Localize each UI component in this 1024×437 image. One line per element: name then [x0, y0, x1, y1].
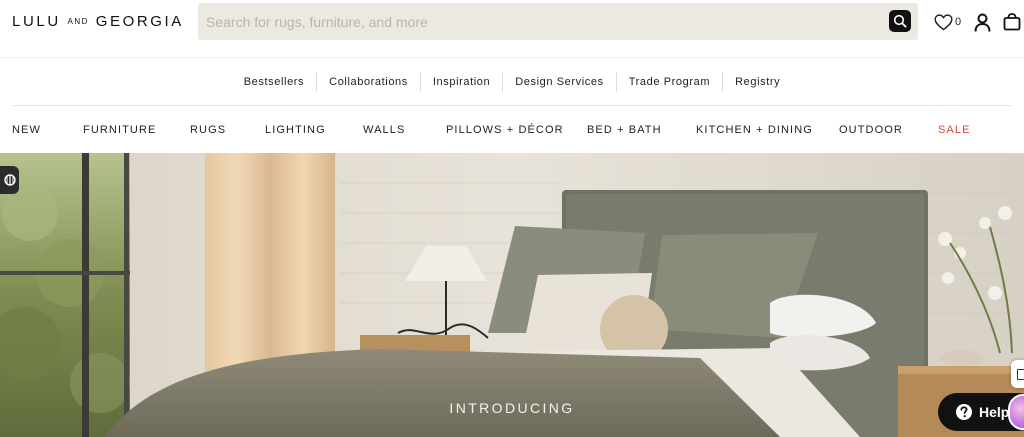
accessibility-tab[interactable]: [0, 166, 19, 194]
nav-bed-bath[interactable]: BED + BATH: [587, 123, 662, 137]
subnav-bestsellers[interactable]: Bestsellers: [232, 72, 318, 92]
help-label: Help: [979, 404, 1010, 420]
subnav-registry[interactable]: Registry: [723, 72, 792, 92]
secondary-nav: Bestsellers Collaborations Inspiration D…: [0, 72, 1024, 92]
shopping-bag-icon: [1003, 13, 1021, 31]
wishlist-count: 0: [955, 16, 962, 28]
nav-furniture[interactable]: FURNITURE: [83, 123, 156, 137]
nav-outdoor[interactable]: OUTDOOR: [839, 123, 903, 137]
search-bar: [198, 3, 918, 40]
subnav-inspiration[interactable]: Inspiration: [421, 72, 504, 92]
question-icon: [956, 404, 972, 420]
compare-widget-button[interactable]: [1011, 360, 1024, 388]
cart-button[interactable]: [1003, 13, 1021, 31]
subnav-design-services[interactable]: Design Services: [503, 72, 617, 92]
hero-heading: INTRODUCING: [449, 400, 575, 416]
nav-rugs[interactable]: RUGS: [190, 123, 226, 137]
heart-icon: [934, 13, 953, 30]
hero-banner[interactable]: INTRODUCING: [0, 153, 1024, 437]
header-icons: 0: [934, 11, 1021, 33]
hero-image: [0, 153, 1024, 437]
account-button[interactable]: [974, 13, 991, 32]
nav-lighting[interactable]: LIGHTING: [265, 123, 326, 137]
header-divider: [0, 57, 1024, 58]
nav-walls[interactable]: WALLS: [363, 123, 405, 137]
top-header: LULU AND GEORGIA 0: [0, 0, 1024, 44]
search-icon: [893, 14, 907, 28]
site-logo[interactable]: LULU AND GEORGIA: [12, 13, 184, 30]
nav-pillows-decor[interactable]: PILLOWS + DÉCOR: [446, 123, 564, 137]
accessibility-icon: [3, 174, 16, 186]
user-icon: [974, 13, 991, 32]
search-button[interactable]: [889, 10, 911, 32]
category-nav: NEW FURNITURE RUGS LIGHTING WALLS PILLOW…: [0, 123, 1024, 139]
search-input[interactable]: [206, 3, 876, 40]
nav-divider: [12, 105, 1012, 106]
logo-word-georgia: GEORGIA: [95, 13, 184, 30]
nav-kitchen-dining[interactable]: KITCHEN + DINING: [696, 123, 813, 137]
subnav-collaborations[interactable]: Collaborations: [317, 72, 421, 92]
logo-word-lulu: LULU: [12, 13, 61, 30]
subnav-trade-program[interactable]: Trade Program: [617, 72, 724, 92]
nav-sale[interactable]: SALE: [938, 123, 971, 137]
nav-new[interactable]: NEW: [12, 123, 41, 137]
logo-word-and: AND: [67, 17, 89, 26]
wishlist-button[interactable]: 0: [934, 13, 962, 31]
